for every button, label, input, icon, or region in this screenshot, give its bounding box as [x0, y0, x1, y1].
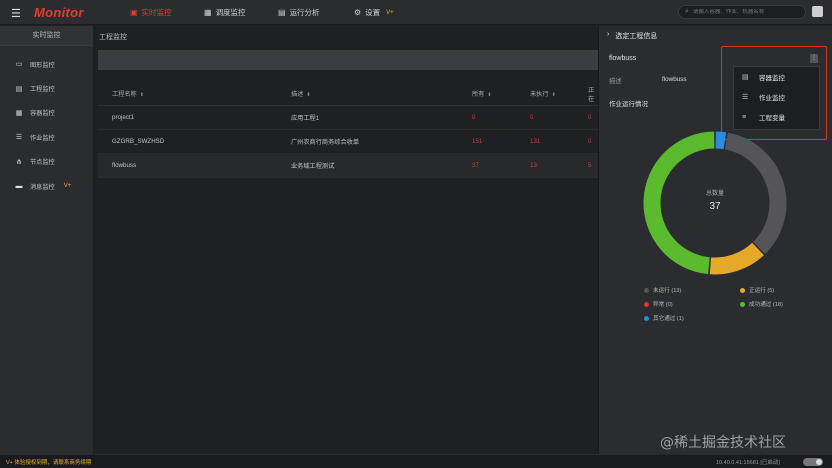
monitor-icon: ▣ — [130, 8, 138, 17]
server-status: 10.40.0.41:15681 [已启动] — [716, 460, 780, 466]
status-bar: V+ 体验授权到期，请联系商务续期 10.40.0.41:15681 [已启动] — [0, 454, 832, 468]
legend-item[interactable]: 正运行 (5) — [740, 286, 774, 294]
nav-settings[interactable]: ⚙ 设置 V+ — [354, 7, 394, 18]
project-name: flowbuss — [609, 55, 637, 62]
breadcrumb: 工程监控 — [99, 34, 127, 41]
menu-item-job[interactable]: ☰ 作业监控 — [734, 87, 819, 107]
legend-label: 异常 (0) — [653, 302, 673, 308]
sidebar: 实时监控 ▭ 图形监控 ▤ 工程监控 ▦ 容器监控 ☰ 作业监控 ⋔ 节点监控 … — [0, 26, 93, 454]
context-menu: ▤ 容器监控 ☰ 作业监控 ≡ 工程变量 — [733, 66, 820, 130]
table-row[interactable]: project1 应用工程1 0 0 0 — [98, 106, 598, 130]
legend-dot — [644, 287, 649, 293]
message-icon[interactable] — [812, 6, 823, 17]
watermark: @稀土掘金技术社区 — [660, 435, 786, 451]
vplus-badge: V+ — [63, 183, 72, 190]
total-label: 总数量 — [705, 191, 724, 197]
container-icon: ▤ — [742, 74, 749, 81]
message-icon: ▬ — [15, 182, 23, 190]
nav-realtime[interactable]: ▣ 实时监控 — [130, 7, 172, 18]
menu-icon[interactable]: ☰ — [11, 7, 21, 20]
legend-item[interactable]: 其它通过 (1) — [644, 314, 684, 322]
legend-item[interactable]: 未运行 (13) — [644, 286, 681, 294]
nav-analysis[interactable]: ▤ 运行分析 — [278, 7, 320, 18]
job-icon: ☰ — [15, 134, 23, 142]
donut-slice[interactable] — [715, 131, 727, 150]
table-header: 工程名称 ⬍ 描述 ⬍ 所有 ⬍ 未执行 ⬍ 正在 — [98, 82, 598, 106]
section-title: 作业运行情况 — [609, 101, 648, 108]
search-box[interactable]: ⌕ — [678, 5, 806, 19]
legend-dot — [740, 301, 745, 307]
legend-label: 未运行 (13) — [653, 288, 682, 294]
donut-slice[interactable] — [709, 242, 764, 275]
legend-dot — [644, 315, 649, 321]
legend-dot — [644, 301, 649, 307]
table-row[interactable]: GZGRB_SWZHSD 广州农商行商务综合收单 151 131 0 — [98, 130, 598, 154]
project-icon: ▤ — [15, 85, 23, 93]
main-content: 工程监控 工程名称 ⬍ 描述 ⬍ 所有 ⬍ 未执行 ⬍ 正在 project1 应用工程… — [93, 26, 598, 454]
legend-item[interactable]: 成功通过 (18) — [740, 300, 783, 308]
analysis-icon: ▤ — [278, 8, 286, 17]
legend-label: 正运行 (5) — [749, 288, 775, 294]
panel-title: › 选定工程信息 — [607, 31, 658, 41]
legend-label: 成功通过 (18) — [749, 302, 783, 308]
col-pending[interactable]: 未执行 ⬍ — [530, 89, 556, 98]
sort-icon: ⬍ — [306, 92, 311, 98]
job-icon: ☰ — [742, 94, 749, 101]
donut-center: 总数量 37 — [640, 188, 790, 212]
container-icon: ▦ — [15, 109, 23, 117]
desc-value: flowbuss — [662, 76, 687, 83]
sidebar-item-job[interactable]: ☰ 作业监控 — [0, 125, 93, 149]
sidebar-item-message[interactable]: ▬ 消息监控 V+ — [0, 174, 93, 198]
table-row-selected[interactable]: flowbuss 业务域工程测试 37 13 5 — [98, 154, 598, 178]
menu-item-variable[interactable]: ≡ 工程变量 — [734, 107, 819, 127]
chart-icon: ▭ — [15, 61, 23, 69]
nav-schedule[interactable]: ▦ 调度监控 — [204, 7, 246, 18]
search-icon: ⌕ — [685, 8, 689, 15]
status-toggle[interactable] — [803, 458, 823, 466]
menu-item-container[interactable]: ▤ 容器监控 — [734, 67, 819, 87]
search-input[interactable] — [692, 9, 793, 15]
sidebar-title: 实时监控 — [0, 26, 93, 46]
col-desc[interactable]: 描述 ⬍ — [291, 89, 311, 98]
legend-item[interactable]: 异常 (0) — [644, 300, 673, 308]
sort-icon: ⬍ — [487, 92, 492, 98]
sidebar-item-project[interactable]: ▤ 工程监控 — [0, 76, 93, 100]
legend-dot — [740, 287, 745, 293]
app-logo: Monitor — [34, 5, 84, 20]
col-all[interactable]: 所有 ⬍ — [472, 89, 492, 98]
sort-icon: ⬍ — [139, 92, 144, 98]
vplus-badge: V+ — [386, 9, 394, 16]
total-value: 37 — [709, 201, 721, 212]
sort-icon: ⬍ — [551, 92, 556, 98]
chevron-right-icon[interactable]: › — [607, 31, 609, 41]
desc-label: 描述 — [609, 78, 622, 85]
col-running[interactable]: 正在 — [588, 85, 598, 103]
sidebar-item-container[interactable]: ▦ 容器监控 — [0, 101, 93, 125]
top-bar: ☰ Monitor ▣ 实时监控 ▦ 调度监控 ▤ 运行分析 ⚙ 设置 V+ ⌕ — [0, 0, 832, 25]
sidebar-item-node[interactable]: ⋔ 节点监控 — [0, 150, 93, 174]
schedule-icon: ▦ — [204, 8, 212, 17]
license-notice: V+ 体验授权到期，请联系商务续期 — [6, 460, 92, 466]
node-icon: ⋔ — [16, 158, 22, 166]
col-name[interactable]: 工程名称 ⬍ — [112, 89, 144, 98]
variable-icon: ≡ — [742, 113, 747, 121]
toolbar — [98, 50, 598, 70]
sidebar-item-chart[interactable]: ▭ 图形监控 — [0, 52, 93, 76]
gear-icon: ⚙ — [354, 8, 362, 17]
legend-label: 其它通过 (1) — [653, 316, 684, 322]
